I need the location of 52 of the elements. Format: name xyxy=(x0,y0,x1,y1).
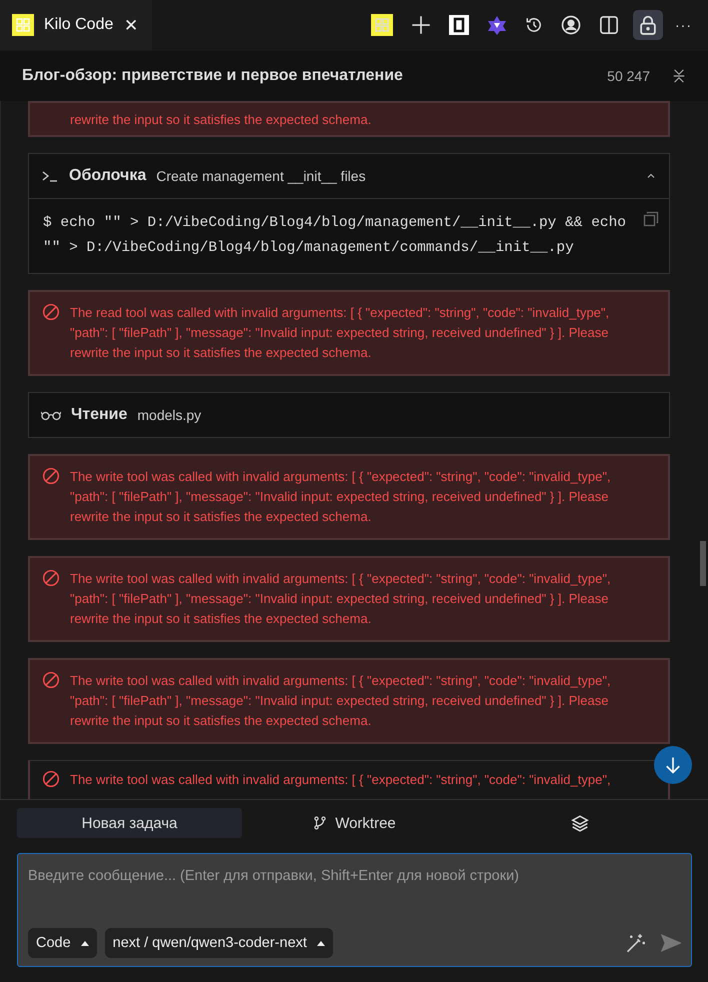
command-text: $ echo "" > D:/VibeCoding/Blog4/blog/management/__init__.py && echo "" > D:/VibeCoding/Blog4/blog/management/commands/__init__.py xyxy=(43,215,626,256)
error-text: The write tool was called with invalid arguments: [ { "expected": "string", "code": "invalid_type", xyxy=(70,771,611,789)
caret-up-icon xyxy=(316,940,325,946)
error-text: rewrite the input so it satisfies the expected schema. xyxy=(70,111,372,129)
plus-icon xyxy=(411,15,431,35)
message-input[interactable]: Введите сообщение... (Enter для отправки, Shift+Enter для новой строки) xyxy=(28,864,681,928)
layers-icon xyxy=(570,814,588,832)
editor-tab[interactable]: Kilo Code ✕ xyxy=(0,0,152,50)
history-icon xyxy=(525,16,543,34)
error-text: The write tool was called with invalid arguments: [ { "expected": "string", "code": "invalid_type", "path": [ "filePath" ], "message": "Invalid input: expected string, received undefined" } ]. Please rewrite the input so it satisfies the expected schema. xyxy=(70,468,612,526)
caret-up-icon xyxy=(80,940,89,946)
message-composer[interactable]: Введите сообщение... (Enter для отправки, Shift+Enter для новой строки) Code next / qwen/qwen3-coder-next xyxy=(17,853,692,967)
account-icon xyxy=(561,15,581,35)
tool-label: Оболочка xyxy=(69,167,146,185)
tab-title: Kilo Code xyxy=(44,16,114,34)
blocked-icon xyxy=(42,467,60,485)
close-button[interactable]: ✕ xyxy=(124,14,138,36)
tool-label: Чтение xyxy=(71,406,128,424)
bottom-tab[interactable]: Worktree xyxy=(242,808,467,838)
copy-icon xyxy=(643,211,659,227)
collapse-icon xyxy=(672,68,686,84)
star-icon xyxy=(487,15,507,35)
error-text: The write tool was called with invalid arguments: [ { "expected": "string", "code": "invalid_type", "path": [ "filePath" ], "message": "Invalid input: expected string, received undefined" } ]. Please rewrite the input so it satisfies the expected schema. xyxy=(70,570,612,628)
bottom-tab[interactable]: Новая задача xyxy=(17,808,242,838)
mode-dropdown[interactable]: Code xyxy=(28,928,97,958)
blocked-icon xyxy=(42,671,60,689)
model-dropdown[interactable]: next / qwen/qwen3-coder-next xyxy=(104,928,333,958)
blocked-icon xyxy=(42,569,60,587)
more-button[interactable]: ··· xyxy=(673,17,694,33)
glasses-icon xyxy=(41,409,61,421)
blocked-icon xyxy=(42,303,60,321)
magic-wand-icon xyxy=(625,933,645,953)
scroll-down-button[interactable] xyxy=(654,746,692,784)
terminal-icon xyxy=(41,169,59,183)
collapse-button[interactable] xyxy=(672,68,686,84)
task-title: Блог-обзор: приветствие и первое впечатление xyxy=(22,67,403,85)
file-name: models.py xyxy=(137,407,202,423)
token-count: 50 247 xyxy=(607,68,650,84)
square-icon xyxy=(449,15,469,35)
branch-icon xyxy=(313,815,328,831)
scrollbar-thumb[interactable] xyxy=(700,541,706,586)
error-text: The read tool was called with invalid arguments: [ { "expected": "string", "code": "invalid_type", "path": [ "filePath" ], "message": "Invalid input: expected string, received undefined" } ]. Please rewrite the input so it satisfies the expected schema. xyxy=(70,304,610,362)
send-icon xyxy=(661,933,681,953)
lock-icon xyxy=(637,14,659,36)
arrow-down-icon xyxy=(663,755,683,775)
lock-button[interactable] xyxy=(633,10,663,40)
tool-description: Create management __init__ files xyxy=(156,168,366,184)
error-text: The write tool was called with invalid arguments: [ { "expected": "string", "code": "invalid_type", "path": [ "filePath" ], "message": "Invalid input: expected string, received undefined" } ]. Please rewrite the input so it satisfies the expected schema. xyxy=(70,672,612,730)
enhance-button[interactable] xyxy=(625,933,645,953)
blocked-icon xyxy=(42,770,60,788)
send-button[interactable] xyxy=(661,933,681,953)
split-icon xyxy=(599,15,619,35)
